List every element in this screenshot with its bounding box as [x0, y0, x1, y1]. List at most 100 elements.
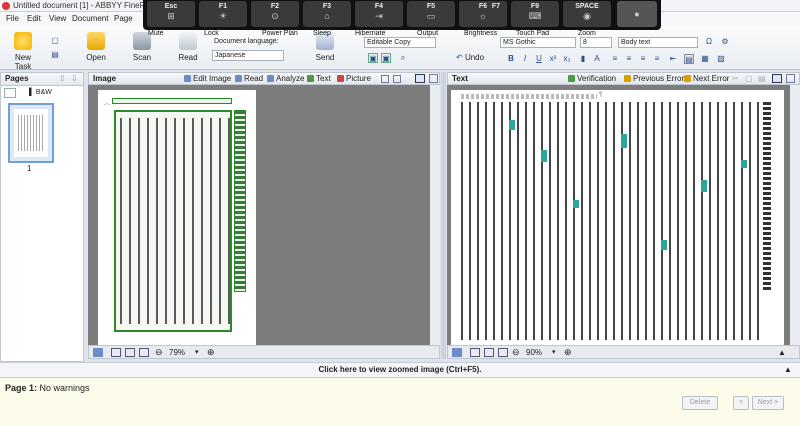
- touch-key-f4[interactable]: F4 ⇥: [355, 1, 403, 27]
- color-mode-toggle[interactable]: ▌ B&W: [29, 89, 52, 96]
- next-error-button[interactable]: Next Error: [684, 74, 729, 83]
- uncertain-char-highlight[interactable]: [701, 180, 707, 192]
- touch-key-f9[interactable]: F9 ⌨: [511, 1, 559, 27]
- picture-area-button[interactable]: Picture: [337, 74, 371, 83]
- text-zoom-dropdown-icon[interactable]: ▾: [552, 348, 556, 356]
- image-scrollbar[interactable]: [430, 85, 440, 345]
- paste-text-icon[interactable]: ▤: [758, 74, 766, 83]
- main-text-zone[interactable]: [114, 110, 232, 332]
- subscript-icon[interactable]: x₂: [562, 54, 572, 64]
- text-fit-page-icon[interactable]: [484, 348, 494, 357]
- pane-maximize-icon[interactable]: [429, 74, 438, 83]
- text-settings-icon[interactable]: ⚙: [720, 37, 730, 47]
- layout-mode-alt-icon[interactable]: ▣: [381, 53, 391, 63]
- page-up-icon[interactable]: ⇧: [59, 74, 66, 83]
- title-text-zone[interactable]: [234, 110, 246, 292]
- copy-icon[interactable]: ▢: [50, 36, 60, 46]
- text-color-icon[interactable]: A: [592, 54, 602, 64]
- picture-icon[interactable]: ▧: [716, 54, 726, 64]
- menu-view[interactable]: View: [49, 14, 66, 23]
- layout-mode-icon[interactable]: ▣: [368, 53, 378, 63]
- collapse-icon[interactable]: ▲: [778, 348, 786, 357]
- touch-key-space[interactable]: SPACE ◉: [563, 1, 611, 27]
- touch-key-f3[interactable]: F3 ⌂: [303, 1, 351, 27]
- omega-symbol-icon[interactable]: Ω: [704, 37, 714, 47]
- recognized-vertical-text[interactable]: [461, 102, 761, 340]
- text-scrollbar[interactable]: [790, 85, 800, 345]
- uncertain-char-highlight[interactable]: [509, 120, 515, 130]
- previous-button[interactable]: <: [733, 396, 749, 410]
- fit-width-icon[interactable]: [111, 348, 121, 357]
- table-area-icon[interactable]: [381, 75, 389, 83]
- actual-size-icon[interactable]: [139, 348, 149, 357]
- underline-icon[interactable]: U: [534, 54, 544, 64]
- uncertain-char-highlight[interactable]: [573, 200, 579, 208]
- new-task-button[interactable]: New Task: [6, 32, 40, 71]
- uncertain-char-highlight[interactable]: [741, 160, 747, 168]
- text-zoom-out-icon[interactable]: ⊖: [512, 347, 520, 358]
- header-text-zone[interactable]: [112, 98, 232, 104]
- show-formatting-icon[interactable]: ▤: [684, 54, 694, 64]
- highlight-color-icon[interactable]: ▮: [578, 54, 588, 64]
- pane-splitter[interactable]: [441, 72, 446, 359]
- document-language-select[interactable]: Japanese: [212, 50, 284, 61]
- expand-icon[interactable]: ▲: [784, 365, 792, 374]
- menu-document[interactable]: Document: [72, 14, 108, 23]
- uncertain-char-highlight[interactable]: [541, 150, 547, 162]
- menu-page[interactable]: Page: [114, 14, 133, 23]
- copy-text-icon[interactable]: ▢: [745, 74, 753, 83]
- bold-icon[interactable]: B: [506, 54, 516, 64]
- pane-layout-icon[interactable]: [415, 74, 425, 83]
- format-select[interactable]: Editable Copy: [364, 37, 436, 48]
- text-layout-icon[interactable]: [772, 74, 782, 83]
- edit-image-button[interactable]: Edit Image: [184, 74, 231, 83]
- zoom-in-icon[interactable]: ⊕: [207, 347, 215, 358]
- align-right-icon[interactable]: ≡: [638, 54, 648, 64]
- read-page-button[interactable]: Read: [235, 74, 263, 83]
- justify-icon[interactable]: ≡: [652, 54, 662, 64]
- touch-key-f2[interactable]: F2 ⊙: [251, 1, 299, 27]
- zoom-out-icon[interactable]: ⊖: [155, 347, 163, 358]
- text-maximize-icon[interactable]: [786, 74, 795, 83]
- fit-page-icon[interactable]: [125, 348, 135, 357]
- open-button[interactable]: Open: [82, 32, 110, 62]
- text-zoom-in-icon[interactable]: ⊕: [564, 347, 572, 358]
- cut-icon[interactable]: ✂: [732, 74, 739, 83]
- text-fit-width-icon[interactable]: [470, 348, 480, 357]
- superscript-icon[interactable]: x²: [548, 54, 558, 64]
- align-center-icon[interactable]: ≡: [624, 54, 634, 64]
- barcode-area-icon[interactable]: [393, 75, 401, 83]
- analyze-button[interactable]: Analyze: [267, 74, 304, 83]
- table-icon[interactable]: ▦: [700, 54, 710, 64]
- uncertain-char-highlight[interactable]: [621, 134, 627, 148]
- uncertain-char-highlight[interactable]: [661, 240, 667, 250]
- font-select[interactable]: MS Gothic: [500, 37, 576, 48]
- image-tools-icon[interactable]: [93, 348, 103, 357]
- image-zoom-value[interactable]: 79%: [169, 348, 185, 357]
- touch-key-f1[interactable]: F1 ☀: [199, 1, 247, 27]
- touch-key-extra[interactable]: ●: [617, 1, 657, 27]
- image-zoom-dropdown-icon[interactable]: ▾: [195, 348, 199, 356]
- touch-key-f5[interactable]: F5 ▭: [407, 1, 455, 27]
- previous-error-button[interactable]: Previous Error: [624, 74, 684, 83]
- text-area-button[interactable]: Text: [307, 74, 331, 83]
- decrease-indent-icon[interactable]: ⇤: [668, 54, 678, 64]
- search-icon[interactable]: ⌕: [398, 53, 408, 63]
- zoom-hint-bar[interactable]: Click here to view zoomed image (Ctrl+F5…: [0, 362, 800, 378]
- read-button[interactable]: Read: [174, 32, 202, 62]
- page-view-dropdown[interactable]: [4, 88, 16, 98]
- text-actual-size-icon[interactable]: [498, 348, 508, 357]
- font-size-select[interactable]: 8: [580, 37, 612, 48]
- menu-file[interactable]: File: [6, 14, 19, 23]
- paste-icon[interactable]: ▤: [50, 50, 60, 60]
- next-button[interactable]: Next >: [752, 396, 784, 410]
- touch-key-f7[interactable]: F7: [485, 1, 507, 27]
- verification-button[interactable]: Verification: [568, 74, 616, 83]
- touch-key-esc[interactable]: Esc ⊞: [147, 1, 195, 27]
- undo-button[interactable]: ↶ Undo: [456, 53, 484, 62]
- delete-button[interactable]: Delete: [682, 396, 718, 410]
- menu-edit[interactable]: Edit: [27, 14, 41, 23]
- text-zoom-value[interactable]: 90%: [526, 348, 542, 357]
- paragraph-style-select[interactable]: Body text: [618, 37, 698, 48]
- italic-icon[interactable]: I: [520, 54, 530, 64]
